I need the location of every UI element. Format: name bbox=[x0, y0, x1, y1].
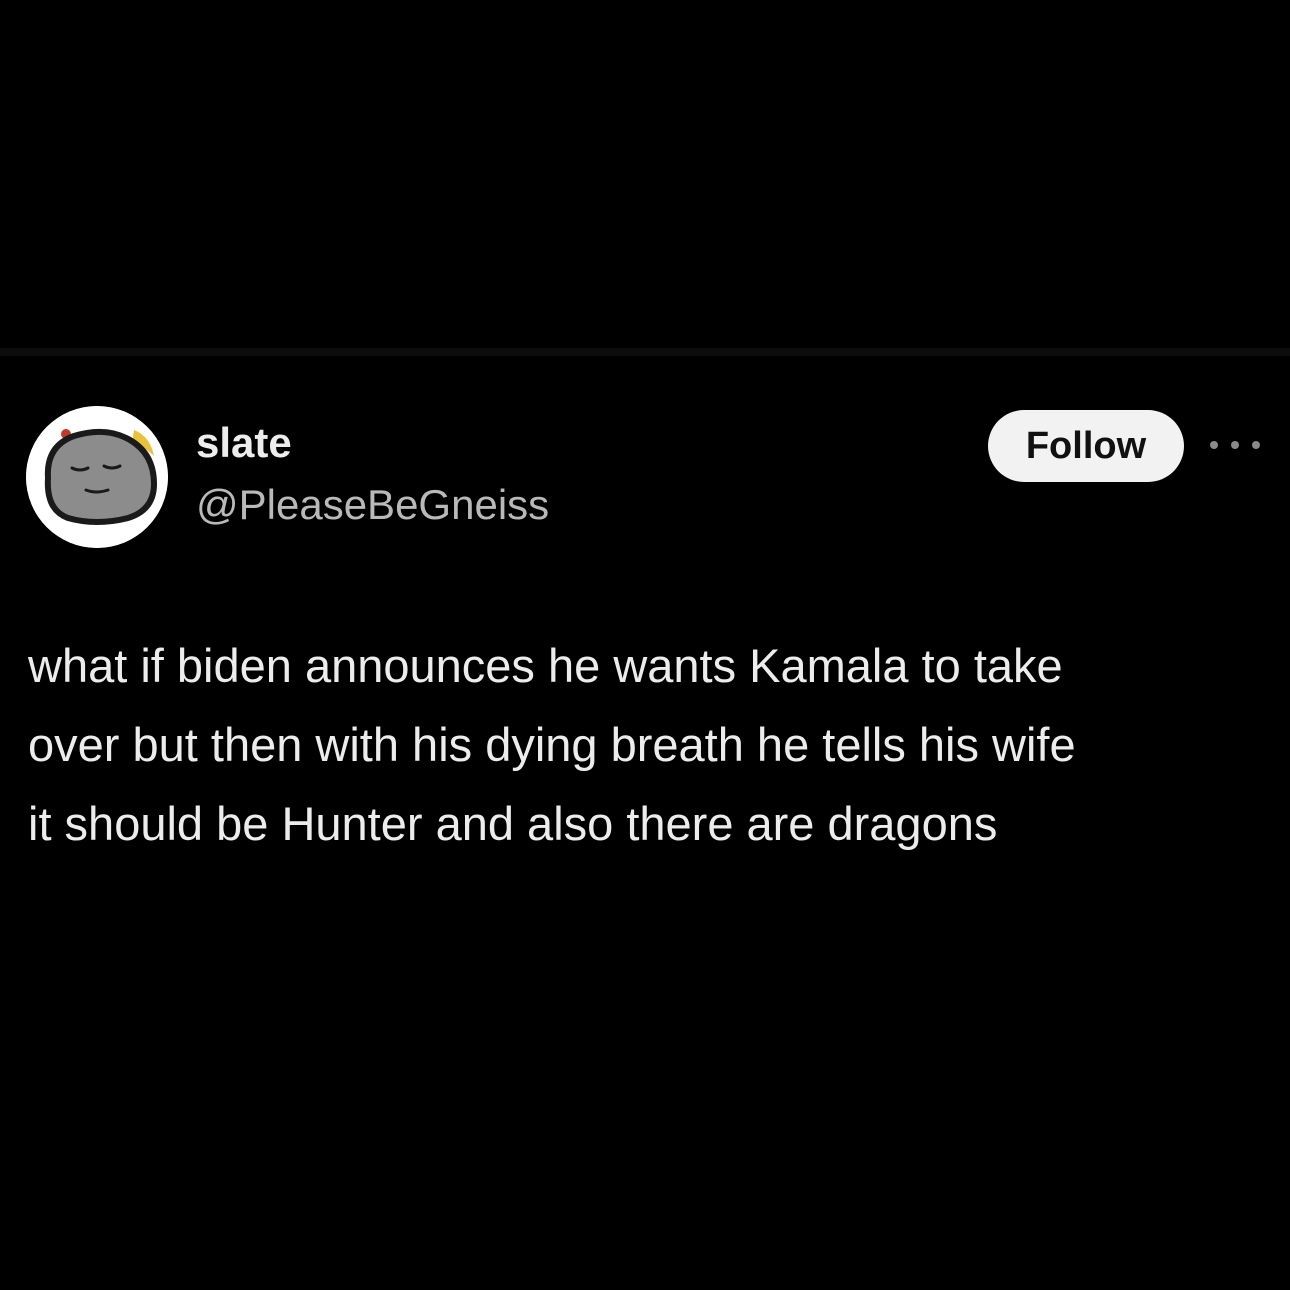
follow-button[interactable]: Follow bbox=[988, 410, 1184, 482]
user-handle[interactable]: @PleaseBeGneiss bbox=[196, 484, 549, 526]
rock-face-avatar-icon bbox=[26, 406, 168, 548]
more-dot bbox=[1210, 441, 1218, 449]
display-name[interactable]: slate bbox=[196, 422, 292, 464]
more-horizontal-icon[interactable] bbox=[1210, 434, 1260, 456]
avatar[interactable] bbox=[26, 406, 168, 548]
more-dot bbox=[1252, 441, 1260, 449]
more-dot bbox=[1231, 441, 1239, 449]
post-text: what if biden announces he wants Kamala … bbox=[28, 639, 1076, 850]
top-divider bbox=[0, 348, 1290, 356]
post: slate @PleaseBeGneiss Follow what if bid… bbox=[0, 356, 1290, 1290]
